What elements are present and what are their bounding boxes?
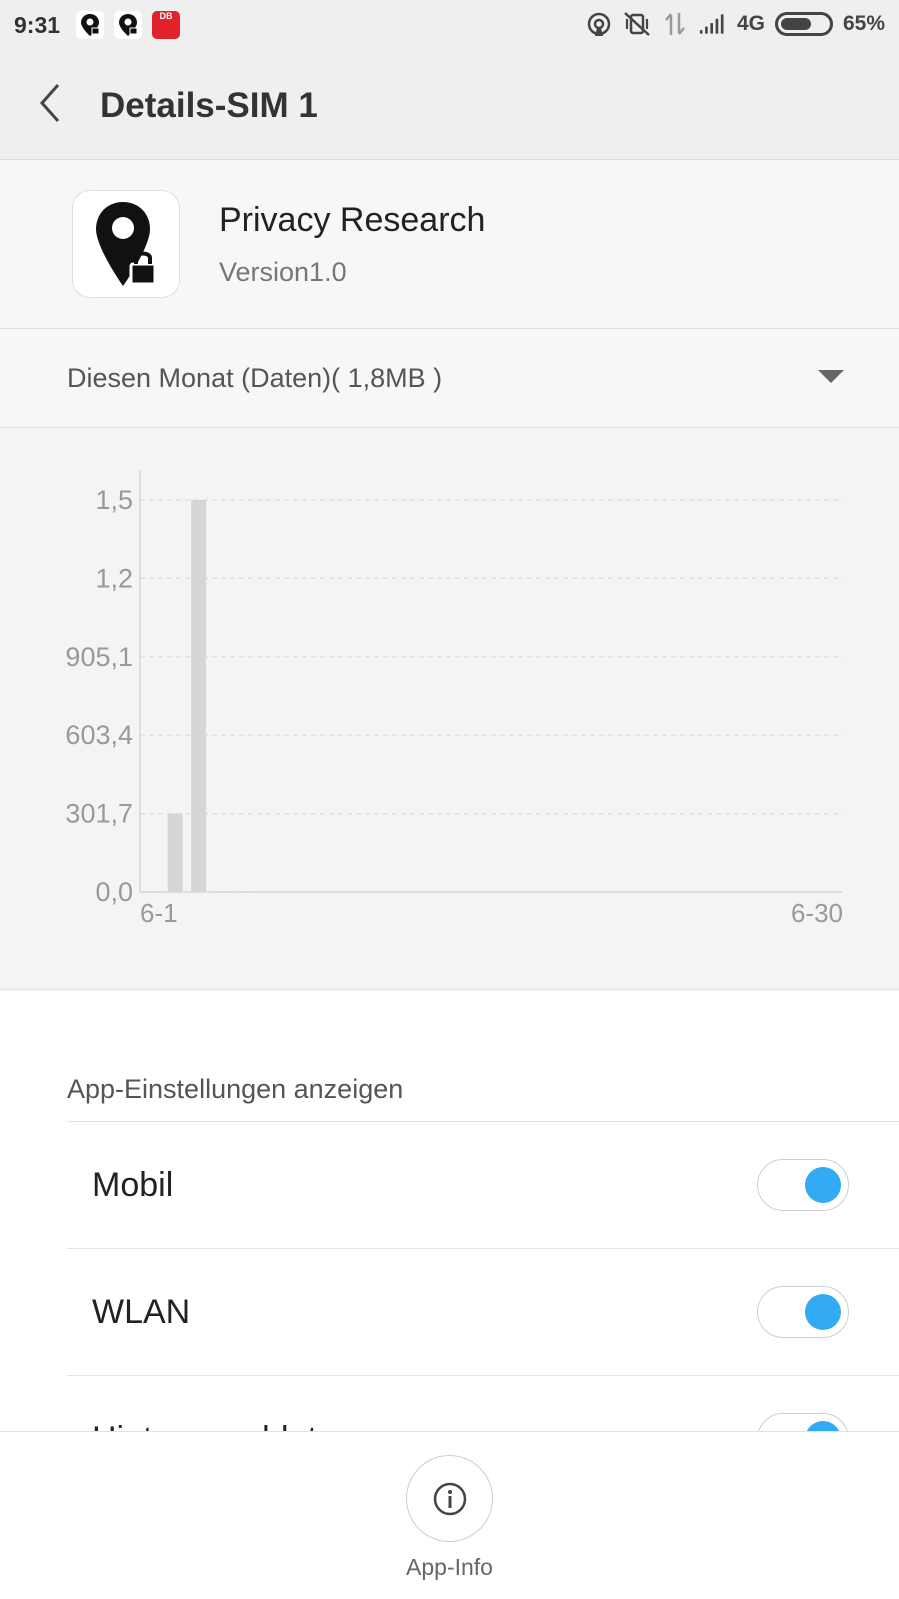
- battery-icon: [774, 12, 833, 36]
- usage-bar-chart: 0,0 301,7 603,4 905,1 1,2 1,5 6-1 6-30: [65, 470, 843, 928]
- setting-row-wlan[interactable]: WLAN: [67, 1248, 899, 1375]
- bar: [237, 891, 253, 892]
- y-tick-label: 0,0: [95, 877, 133, 907]
- db-badge-text: DB: [159, 11, 173, 21]
- bar: [191, 500, 207, 892]
- notification-icons: DB: [76, 11, 180, 39]
- toggle-knob: [805, 1421, 841, 1431]
- y-tick-label: 1,2: [95, 563, 133, 593]
- y-tick-label: 905,1: [65, 642, 133, 672]
- app-header: Details-SIM 1: [0, 50, 899, 160]
- toggle-knob: [805, 1167, 841, 1203]
- network-type: 4G: [736, 12, 765, 35]
- status-icons-right: 4G 65%: [585, 10, 885, 38]
- period-dropdown[interactable]: Diesen Monat (Daten)( 1,8MB ): [0, 330, 899, 428]
- x-start-label: 6-1: [140, 898, 178, 928]
- battery-percent: 65%: [842, 12, 885, 35]
- period-label: Diesen Monat (Daten)( 1,8MB ): [67, 363, 443, 393]
- bottom-action-bar: App-Info: [0, 1431, 899, 1599]
- y-tick-label: 301,7: [65, 799, 133, 829]
- app-name: Privacy Research: [219, 201, 486, 239]
- x-end-label: 6-30: [791, 898, 843, 928]
- app-summary: Privacy Research Version1.0: [0, 161, 899, 329]
- setting-label: Hintergrunddaten: [92, 1420, 355, 1431]
- toggle-wlan[interactable]: [757, 1286, 849, 1338]
- app-info-label: App-Info: [406, 1554, 493, 1580]
- back-button[interactable]: [30, 80, 70, 126]
- toggle-knob: [805, 1294, 841, 1330]
- section-title: App-Einstellungen anzeigen: [67, 1074, 404, 1104]
- data-usage-chart: 0,0 301,7 603,4 905,1 1,2 1,5 6-1 6-30: [0, 429, 899, 990]
- setting-label: Mobil: [92, 1166, 174, 1204]
- app-info-button[interactable]: [406, 1455, 493, 1542]
- toggle-mobil[interactable]: [757, 1159, 849, 1211]
- bar: [144, 891, 160, 892]
- setting-label: WLAN: [92, 1293, 191, 1331]
- info-icon: [433, 1482, 466, 1515]
- db-app-notification-icon: DB: [152, 11, 180, 39]
- vibrate-off-icon: [623, 10, 651, 38]
- signal-icon: [699, 10, 727, 38]
- toggle-hintergrunddaten[interactable]: [757, 1413, 849, 1431]
- bar: [214, 891, 230, 892]
- hotspot-icon: [585, 10, 613, 38]
- y-tick-label: 603,4: [65, 720, 133, 750]
- chevron-left-icon: [39, 84, 60, 122]
- app-version: Version1.0: [219, 257, 347, 287]
- privacy-research-notification-icon: [114, 11, 142, 39]
- battery-fill: [780, 18, 811, 30]
- setting-row-mobil[interactable]: Mobil: [67, 1121, 899, 1248]
- privacy-research-notification-icon: [76, 11, 104, 39]
- status-time: 9:31: [14, 12, 61, 38]
- data-transfer-icon: [661, 10, 689, 38]
- location-pin-lock-icon: [72, 190, 180, 298]
- page-title: Details-SIM 1: [100, 86, 318, 125]
- triangle-down-icon: [818, 370, 844, 383]
- bar: [167, 813, 183, 892]
- y-tick-label: 1,5: [95, 485, 133, 515]
- status-bar: 9:31 DB 4G 65%: [0, 0, 899, 50]
- setting-row-hintergrunddaten[interactable]: Hintergrunddaten: [67, 1375, 899, 1431]
- app-settings-section: App-Einstellungen anzeigen Mobil WLAN Hi…: [0, 991, 899, 1431]
